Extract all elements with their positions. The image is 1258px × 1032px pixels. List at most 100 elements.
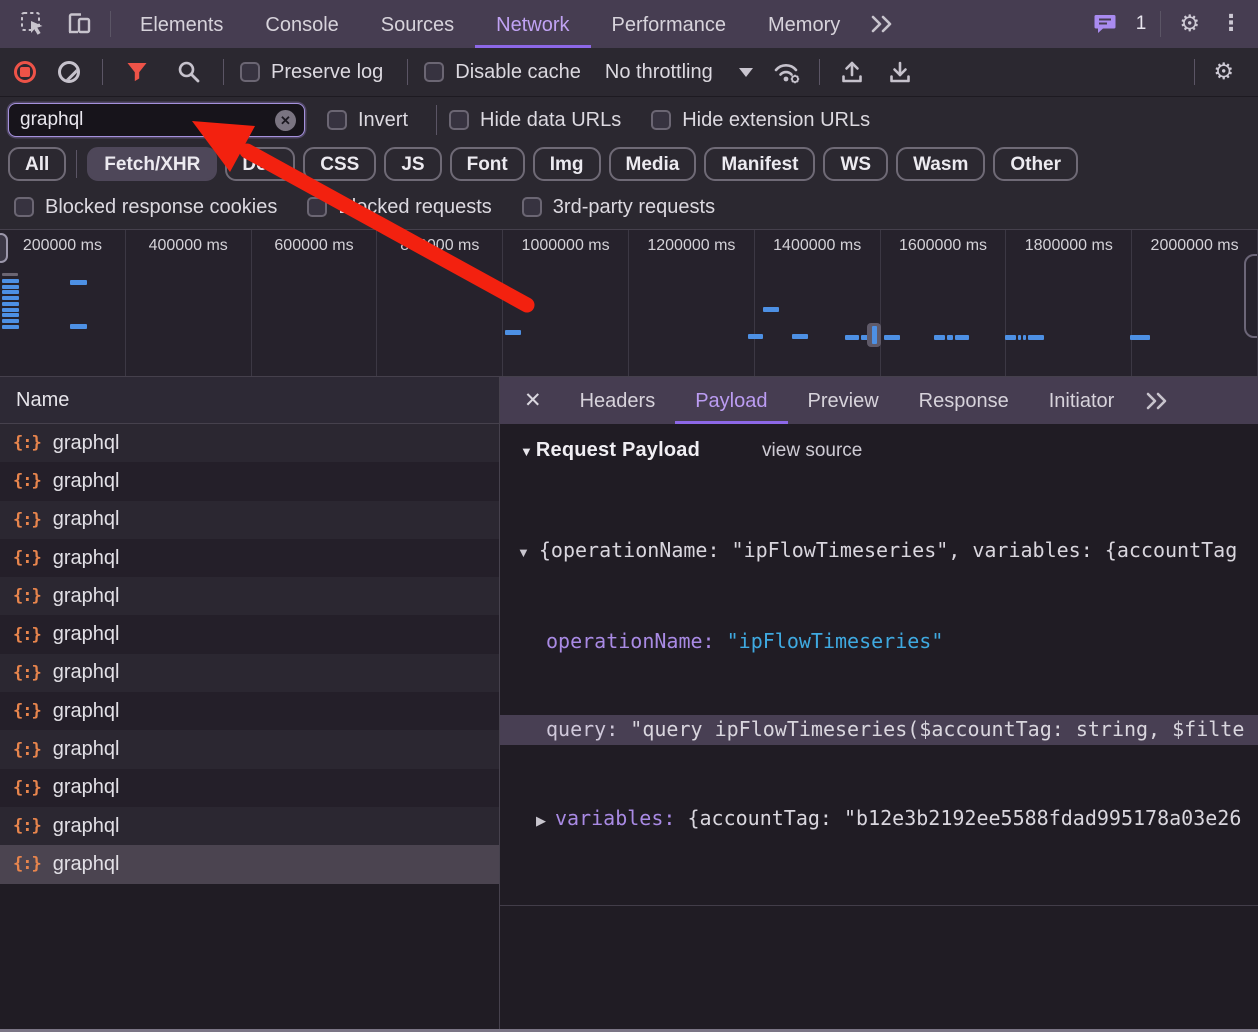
details-tabs: HeadersPayloadPreviewResponseInitiator <box>560 377 1135 424</box>
hide-data-urls-checkbox[interactable]: Hide data URLs <box>449 109 621 132</box>
details-tab-preview[interactable]: Preview <box>788 377 899 424</box>
waterfall-bar <box>70 324 87 329</box>
request-row[interactable]: {:}graphql <box>0 424 499 462</box>
devtools-window: ElementsConsoleSourcesNetworkPerformance… <box>0 0 1258 1032</box>
request-payload-title: Request Payload <box>536 439 700 462</box>
settings-gear-icon[interactable]: ⚙ <box>1179 13 1200 36</box>
checkbox-icon[interactable] <box>449 110 469 130</box>
hide-extension-urls-checkbox[interactable]: Hide extension URLs <box>651 109 870 132</box>
main-toolbar: ElementsConsoleSourcesNetworkPerformance… <box>0 0 1258 48</box>
details-tab-response[interactable]: Response <box>899 377 1029 424</box>
more-details-tabs-icon[interactable] <box>1144 391 1170 411</box>
kebab-menu-icon[interactable]: ⋮ <box>1220 13 1242 35</box>
request-row[interactable]: {:}graphql <box>0 845 499 883</box>
overview-tick-label: 1200000 ms <box>629 237 754 255</box>
waterfall-bar <box>1028 335 1044 340</box>
timeline-overview[interactable]: 200000 ms400000 ms600000 ms800000 ms1000… <box>0 229 1258 377</box>
checkbox-icon[interactable] <box>327 110 347 130</box>
overview-column: 600000 ms <box>252 230 378 376</box>
details-tab-payload[interactable]: Payload <box>675 377 787 424</box>
request-row[interactable]: {:}graphql <box>0 807 499 845</box>
tab-network[interactable]: Network <box>475 0 590 48</box>
tab-console[interactable]: Console <box>244 0 359 48</box>
search-icon[interactable] <box>171 54 207 90</box>
filter-input[interactable]: graphql ✕ <box>8 103 305 137</box>
import-har-icon[interactable] <box>834 54 870 90</box>
checkbox-icon[interactable] <box>14 197 34 217</box>
details-tab-initiator[interactable]: Initiator <box>1029 377 1135 424</box>
tab-performance[interactable]: Performance <box>591 0 748 48</box>
overview-tick-label: 1000000 ms <box>503 237 628 255</box>
details-tab-strip: ✕ HeadersPayloadPreviewResponseInitiator <box>500 377 1258 424</box>
chip-font[interactable]: Font <box>450 147 525 181</box>
details-tab-headers[interactable]: Headers <box>560 377 676 424</box>
inspect-element-icon[interactable] <box>15 6 51 42</box>
chip-fetch-xhr[interactable]: Fetch/XHR <box>87 147 217 181</box>
filter-funnel-icon[interactable] <box>119 54 155 90</box>
export-har-icon[interactable] <box>882 54 918 90</box>
request-row[interactable]: {:}graphql <box>0 615 499 653</box>
checkbox-icon[interactable] <box>240 62 260 82</box>
chip-doc[interactable]: Doc <box>225 147 295 181</box>
json-braces-icon: {:} <box>13 548 41 568</box>
chip-img[interactable]: Img <box>533 147 601 181</box>
triangle-down-icon[interactable]: ▼ <box>517 545 530 560</box>
chip-wasm[interactable]: Wasm <box>896 147 985 181</box>
network-main-area: Name {:}graphql{:}graphql{:}graphql{:}gr… <box>0 377 1258 1029</box>
request-row[interactable]: {:}graphql <box>0 769 499 807</box>
request-row[interactable]: {:}graphql <box>0 577 499 615</box>
payload-root-row[interactable]: ▼{operationName: "ipFlowTimeseries", var… <box>500 536 1258 568</box>
payload-variables-row[interactable]: ▶variables: {accountTag: "b12e3b2192ee55… <box>500 804 1258 836</box>
record-network-log-icon[interactable] <box>14 61 36 83</box>
invert-checkbox[interactable]: Invert <box>327 109 408 132</box>
chip-media[interactable]: Media <box>609 147 697 181</box>
request-row[interactable]: {:}graphql <box>0 539 499 577</box>
close-details-icon[interactable]: ✕ <box>524 388 542 413</box>
triangle-right-icon[interactable]: ▶ <box>536 813 546 828</box>
request-name: graphql <box>53 815 120 838</box>
checkbox-icon[interactable] <box>424 62 444 82</box>
payload-operation-row[interactable]: operationName: "ipFlowTimeseries" <box>500 627 1258 657</box>
tab-sources[interactable]: Sources <box>360 0 475 48</box>
disable-cache-checkbox[interactable]: Disable cache <box>424 61 581 84</box>
request-row[interactable]: {:}graphql <box>0 501 499 539</box>
network-settings-gear-icon[interactable]: ⚙ <box>1213 61 1234 84</box>
chip-other[interactable]: Other <box>993 147 1078 181</box>
chip-ws[interactable]: WS <box>823 147 888 181</box>
view-source-link[interactable]: view source <box>762 440 862 462</box>
network-toolbar: Preserve log Disable cache No throttling <box>0 48 1258 97</box>
clear-network-log-icon[interactable] <box>58 61 80 83</box>
more-tabs-icon[interactable] <box>869 14 895 34</box>
checkbox-icon[interactable] <box>651 110 671 130</box>
request-row[interactable]: {:}graphql <box>0 654 499 692</box>
json-braces-icon: {:} <box>13 701 41 721</box>
issues-message-icon[interactable] <box>1087 6 1123 42</box>
request-row[interactable]: {:}graphql <box>0 730 499 768</box>
chip-css[interactable]: CSS <box>303 147 376 181</box>
waterfall-bar <box>2 308 19 312</box>
blocked-requests-checkbox[interactable]: Blocked requests <box>307 196 491 219</box>
network-conditions-icon[interactable] <box>769 54 805 90</box>
clear-filter-icon[interactable]: ✕ <box>275 110 296 131</box>
json-braces-icon: {:} <box>13 471 41 491</box>
chip-manifest[interactable]: Manifest <box>704 147 815 181</box>
payload-tree: ▼{operationName: "ipFlowTimeseries", var… <box>500 477 1258 894</box>
column-header-name[interactable]: Name <box>0 377 499 424</box>
collapse-triangle-icon[interactable]: ▼ <box>520 444 533 459</box>
chip-all[interactable]: All <box>8 147 66 181</box>
third-party-requests-checkbox[interactable]: 3rd-party requests <box>522 196 715 219</box>
checkbox-icon[interactable] <box>307 197 327 217</box>
request-row[interactable]: {:}graphql <box>0 692 499 730</box>
json-braces-icon: {:} <box>13 586 41 606</box>
preserve-log-checkbox[interactable]: Preserve log <box>240 61 383 84</box>
device-toolbar-icon[interactable] <box>61 6 97 42</box>
payload-query-row[interactable]: query: "query ipFlowTimeseries($accountT… <box>500 715 1258 745</box>
blocked-response-cookies-checkbox[interactable]: Blocked response cookies <box>14 196 277 219</box>
chip-js[interactable]: JS <box>384 147 441 181</box>
checkbox-icon[interactable] <box>522 197 542 217</box>
tab-elements[interactable]: Elements <box>119 0 244 48</box>
tab-memory[interactable]: Memory <box>747 0 861 48</box>
throttling-dropdown[interactable]: No throttling <box>605 61 753 84</box>
overview-tick-label: 1800000 ms <box>1006 237 1131 255</box>
request-row[interactable]: {:}graphql <box>0 462 499 500</box>
